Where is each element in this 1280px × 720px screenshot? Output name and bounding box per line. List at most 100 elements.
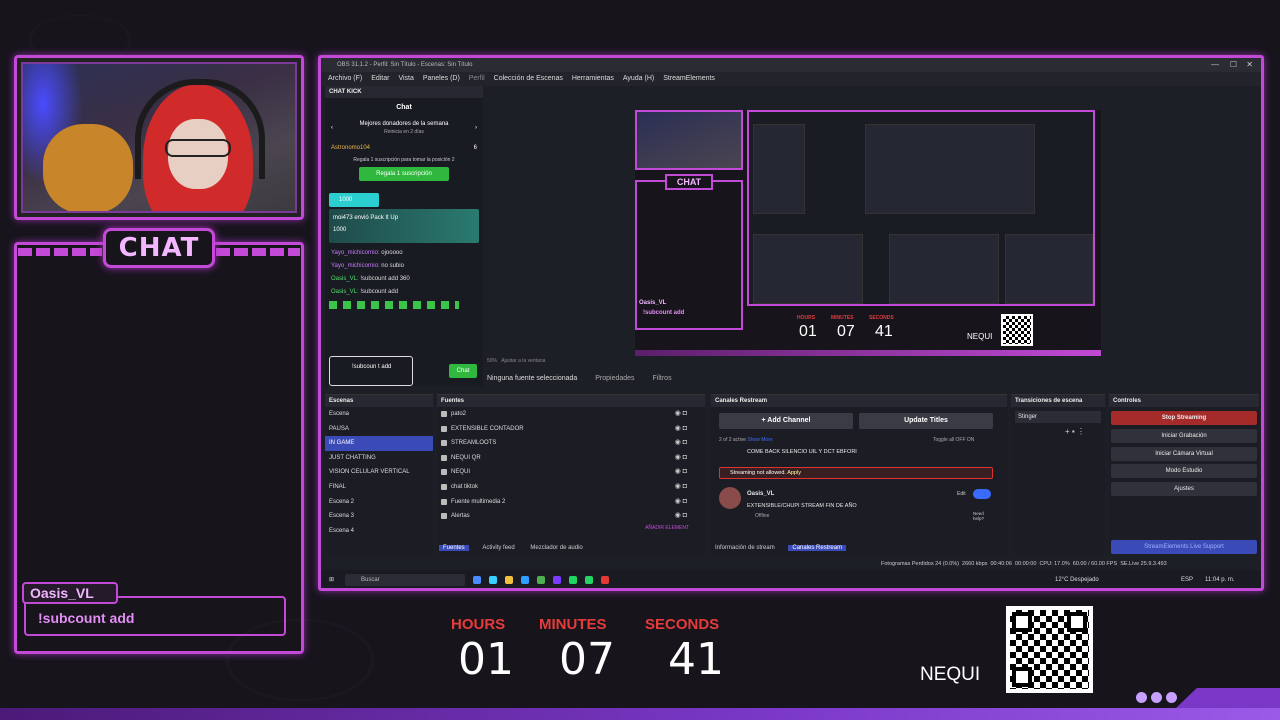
add-element-button[interactable]: AÑADIR ELEMENT: [645, 525, 689, 531]
restream-tabs: Información de stream Canales Restream: [713, 540, 856, 556]
frames-dropped: Fotogramas Perdidos 24 (0.0%): [881, 561, 959, 567]
tab-audio-mixer[interactable]: Mezclador de audio: [528, 545, 584, 551]
add-channel-button[interactable]: + Add Channel: [719, 413, 853, 429]
obs-statusbar: Fotogramas Perdidos 24 (0.0%) 2660 kbps …: [881, 558, 1261, 570]
show-more-link[interactable]: Show More: [747, 437, 772, 443]
start-recording-button[interactable]: Iniciar Grabación: [1111, 429, 1257, 443]
maximize-icon[interactable]: ☐: [1230, 58, 1237, 72]
transition-select[interactable]: Stinger: [1015, 411, 1101, 423]
preview-hours-label: HOURS: [797, 315, 816, 321]
scene-item[interactable]: Escena 2: [325, 495, 433, 510]
tab-stream-info[interactable]: Información de stream: [713, 545, 777, 551]
app-icon[interactable]: [537, 576, 545, 584]
close-icon[interactable]: ✕: [1246, 58, 1253, 72]
eye-icon[interactable]: ◉ ◘: [675, 480, 687, 495]
app-icon[interactable]: [601, 576, 609, 584]
fit-mode[interactable]: Ajustar a la ventana: [501, 358, 545, 364]
eye-icon[interactable]: ◉ ◘: [675, 451, 687, 466]
donors-title: Mejores donadores de la semana: [359, 121, 449, 127]
zoom-level[interactable]: 50%: [487, 358, 497, 364]
windows-start-icon[interactable]: ⊞: [329, 570, 334, 588]
chat-send-button[interactable]: Chat: [449, 364, 477, 378]
stop-streaming-button[interactable]: Stop Streaming: [1111, 411, 1257, 425]
need-help-link[interactable]: Need help?: [973, 511, 991, 521]
clock[interactable]: 11:04 p. m.: [1205, 570, 1235, 588]
kicks-badge: 1000: [329, 193, 379, 207]
folder-icon[interactable]: [505, 576, 513, 584]
virtual-camera-button[interactable]: Iniciar Cámara Virtual: [1111, 447, 1257, 461]
chevron-right-icon[interactable]: ›: [475, 125, 477, 131]
source-item[interactable]: pato2 ◉ ◘: [437, 407, 705, 422]
obs-icon[interactable]: [553, 576, 561, 584]
app-icon[interactable]: [489, 576, 497, 584]
chat-line: Oasis_VL: !subcount add 360: [331, 276, 410, 282]
eye-icon[interactable]: ◉ ◘: [675, 422, 687, 437]
plush-toy: [43, 124, 133, 211]
update-titles-button[interactable]: Update Titles: [859, 413, 993, 429]
preview-seconds-label: SECONDS: [869, 315, 894, 321]
source-item[interactable]: chat tiktok ◉ ◘: [437, 480, 705, 495]
source-item[interactable]: Alertas ◉ ◘: [437, 509, 705, 524]
obs-preview[interactable]: Oasis_VL !subcount add CHAT HOURS MINUTE…: [635, 110, 1101, 356]
eye-icon[interactable]: ◉ ◘: [675, 407, 687, 422]
tab-sources[interactable]: Fuentes: [439, 545, 469, 551]
source-item[interactable]: EXTENSIBLE CONTADOR ◉ ◘: [437, 422, 705, 437]
scene-item[interactable]: Escena 4: [325, 524, 433, 539]
menu-archivo[interactable]: Archivo (F): [328, 75, 362, 82]
preview-webcam: [635, 110, 743, 170]
gift-sub-button[interactable]: Regala 1 suscripción: [359, 167, 449, 181]
source-item[interactable]: STREAMLOOTS ◉ ◘: [437, 436, 705, 451]
eye-icon[interactable]: ◉ ◘: [675, 465, 687, 480]
pack-notification: moi473 envió Pack It Up 1000: [329, 209, 479, 243]
taskbar-search[interactable]: Buscar: [345, 574, 465, 586]
tab-restream-channels[interactable]: Canales Restream: [788, 545, 847, 551]
source-item[interactable]: NEQUI QR ◉ ◘: [437, 451, 705, 466]
scene-item[interactable]: JUST CHATTING: [325, 451, 433, 466]
chat-username-box: Oasis_VL: [22, 582, 118, 604]
chat-input[interactable]: !subcoun t add: [329, 356, 413, 386]
scene-item[interactable]: VISION CELULAR VERTICAL: [325, 465, 433, 480]
menu-vista[interactable]: Vista: [398, 75, 413, 82]
menu-ayuda[interactable]: Ayuda (H): [623, 75, 654, 82]
menu-perfil[interactable]: Perfil: [469, 75, 485, 82]
eye-icon[interactable]: ◉ ◘: [675, 509, 687, 524]
kick-dock-header: CHAT KICK: [325, 86, 483, 98]
menu-streamelements[interactable]: StreamElements: [663, 75, 715, 82]
app-icon[interactable]: [473, 576, 481, 584]
browser-icon[interactable]: [521, 576, 529, 584]
chat-title: CHAT: [118, 233, 200, 263]
scene-item-selected[interactable]: IN GAME: [325, 436, 433, 451]
minimize-icon[interactable]: —: [1211, 58, 1219, 72]
bottom-tabs: Fuentes Activity feed Mezclador de audio: [439, 540, 595, 556]
settings-button[interactable]: Ajustes: [1111, 482, 1257, 496]
menu-herramientas[interactable]: Herramientas: [572, 75, 614, 82]
scene-item[interactable]: PAUSA: [325, 422, 433, 437]
source-item[interactable]: Fuente multimedia 2 ◉ ◘: [437, 495, 705, 510]
properties-button[interactable]: Propiedades: [595, 375, 634, 382]
spotify-icon[interactable]: [569, 576, 577, 584]
channel-toggle[interactable]: [973, 489, 991, 499]
live-support-button[interactable]: StreamElements Live Support: [1111, 540, 1257, 554]
stream-title-line: COME BACK SILENCIO UIL Y DCT EBFORI: [747, 449, 857, 455]
weather[interactable]: 12°C Despejado: [1055, 570, 1099, 588]
whatsapp-icon[interactable]: [585, 576, 593, 584]
apply-link[interactable]: Apply: [787, 470, 801, 476]
transition-add-icon[interactable]: + ▪ ⋮: [1065, 427, 1085, 436]
studio-mode-button[interactable]: Modo Estudio: [1111, 464, 1257, 478]
toggle-all[interactable]: Toggle all OFF ON: [933, 437, 974, 443]
menu-paneles[interactable]: Paneles (D): [423, 75, 460, 82]
menu-editar[interactable]: Editar: [371, 75, 389, 82]
scene-item[interactable]: Escena 3: [325, 509, 433, 524]
chevron-left-icon[interactable]: ‹: [331, 125, 333, 131]
edit-link[interactable]: Edit: [957, 491, 966, 497]
source-item[interactable]: NEQUI ◉ ◘: [437, 465, 705, 480]
eye-icon[interactable]: ◉ ◘: [675, 495, 687, 510]
scene-item[interactable]: FINAL: [325, 480, 433, 495]
scene-item[interactable]: Escena: [325, 407, 433, 422]
filters-button[interactable]: Filtros: [653, 375, 672, 382]
emote-bar[interactable]: [329, 301, 459, 309]
menu-coleccion[interactable]: Colección de Escenas: [494, 75, 563, 82]
input-language[interactable]: ESP: [1181, 570, 1193, 588]
tab-activity-feed[interactable]: Activity feed: [480, 545, 516, 551]
eye-icon[interactable]: ◉ ◘: [675, 436, 687, 451]
